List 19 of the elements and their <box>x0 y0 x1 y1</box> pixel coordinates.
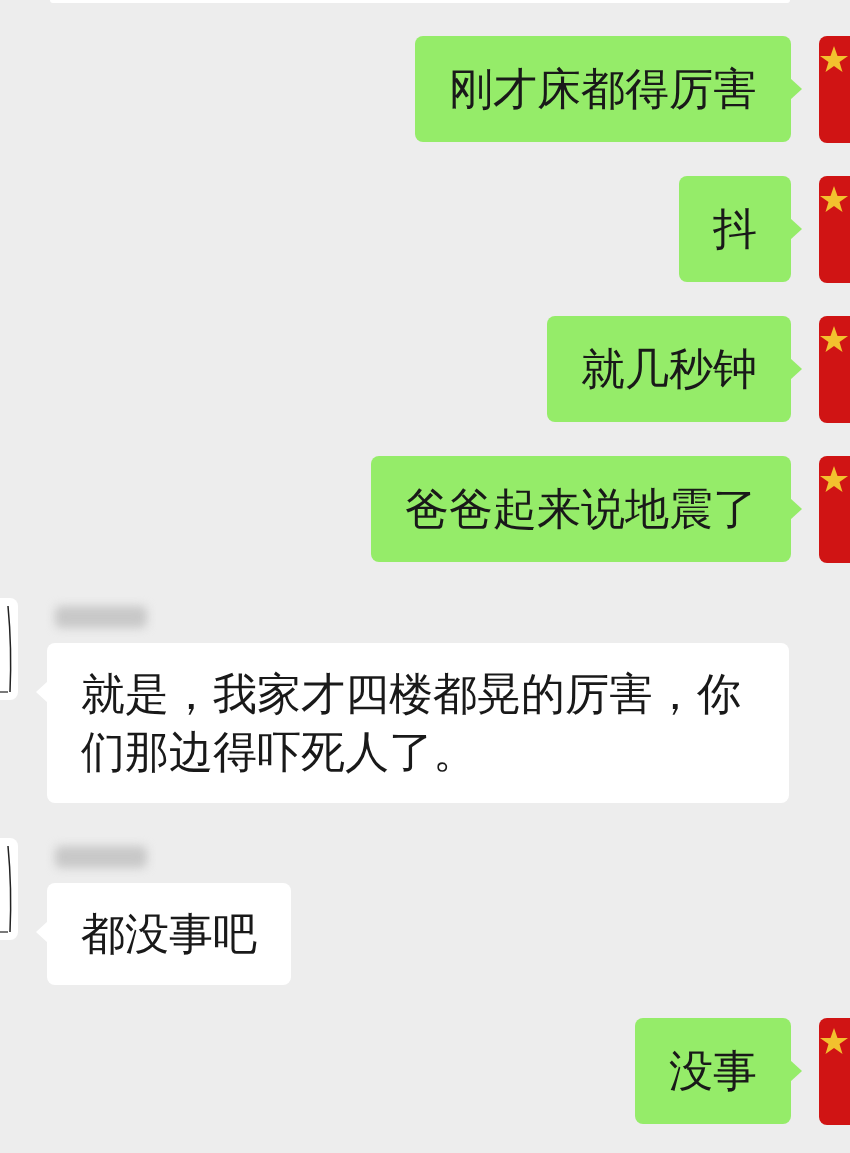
message-bubble: 没事 <box>635 1018 791 1124</box>
avatar-icon <box>0 598 18 700</box>
message-bubble: 就几秒钟 <box>547 316 791 422</box>
message-bubble: 抖 <box>679 176 791 282</box>
avatar-icon <box>0 838 18 940</box>
message-bubble: 爸爸起来说地震了 <box>371 456 791 562</box>
message-bubble: 刚才床都得厉害 <box>415 36 791 142</box>
message-bubble: 都没事吧 <box>47 883 291 985</box>
bubble-tail-icon <box>790 358 802 380</box>
bubble-tail-icon <box>790 218 802 240</box>
flag-avatar-icon <box>819 176 850 283</box>
flag-avatar-icon <box>819 1018 850 1125</box>
flag-avatar-icon <box>819 36 850 143</box>
bubble-tail-icon <box>790 78 802 100</box>
flag-avatar-icon <box>819 316 850 423</box>
bubble-tail-icon <box>790 498 802 520</box>
bubble-tail-icon <box>790 1060 802 1082</box>
flag-avatar-icon <box>819 456 850 563</box>
message-bubble: 就是，我家才四楼都晃的厉害，你们那边得吓死人了。 <box>47 643 789 803</box>
